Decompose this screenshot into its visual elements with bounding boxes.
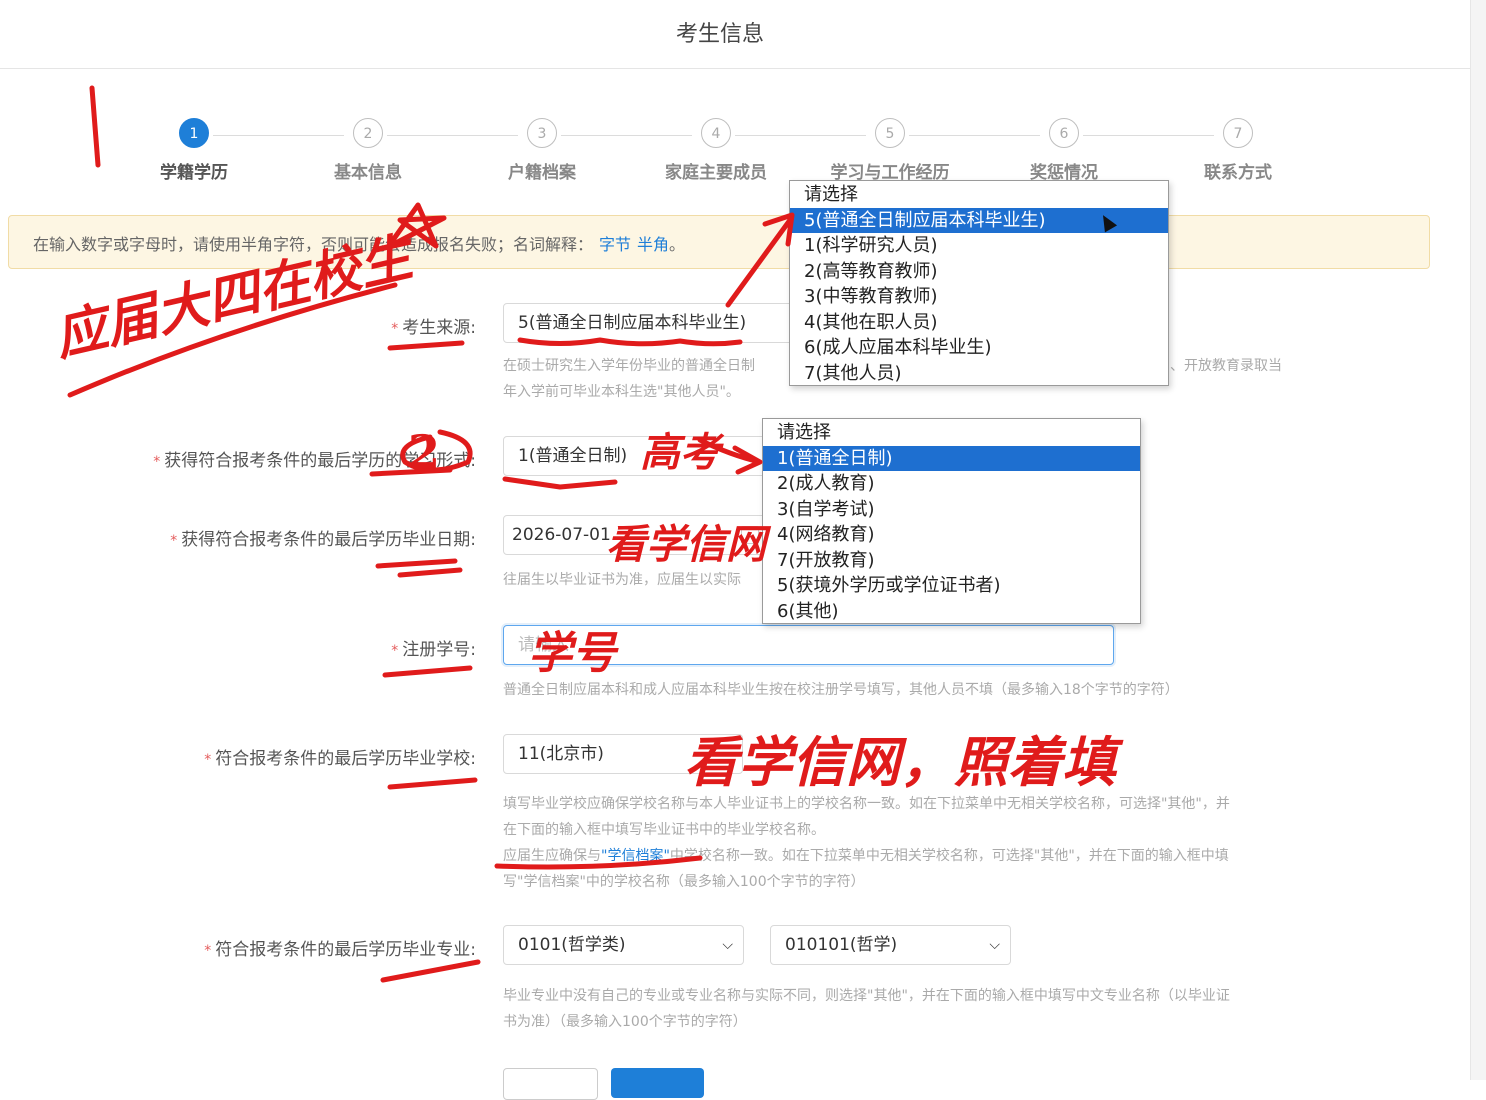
page-header: 考生信息 <box>0 0 1470 69</box>
dropdown-option[interactable]: 3(自学考试) <box>763 497 1140 523</box>
school-hint-post: 中学校名称一致。如在下拉菜单中无相关学校名称，可选择"其他"，并在下面的输入框中… <box>669 848 1229 864</box>
previous-button[interactable] <box>503 1068 598 1100</box>
school-hint-pre: 应届生应确保与 <box>503 848 601 864</box>
step-4[interactable]: 4 家庭主要成员 <box>636 118 796 183</box>
major-value: 010101(哲学) <box>785 935 898 955</box>
step-number: 5 <box>875 118 905 148</box>
link-halfwidth[interactable]: 半角 <box>637 235 669 254</box>
dropdown-option[interactable]: 2(高等教育教师) <box>790 259 1168 285</box>
step-label: 家庭主要成员 <box>665 163 767 183</box>
dropdown-option[interactable]: 7(其他人员) <box>790 361 1168 387</box>
ink-underline-reg-label <box>382 665 473 678</box>
step-2[interactable]: 2 基本信息 <box>288 118 448 183</box>
dropdown-option[interactable]: 5(获境外学历或学位证书者) <box>763 573 1140 599</box>
annotation-number-2: 2 <box>408 425 441 479</box>
dropdown-option[interactable]: 3(中等教育教师) <box>790 284 1168 310</box>
dropdown-option-selected[interactable]: 1(普通全日制) <box>763 445 1140 471</box>
annotation-check-chsi: 看学信网 <box>606 521 766 568</box>
source-select[interactable]: 5(普通全日制应届本科毕业生) <box>503 303 793 343</box>
step-number: 7 <box>1223 118 1253 148</box>
ink-underline-study-value <box>502 476 618 490</box>
major-hint-line: 书为准）（最多输入100个字节的字符） <box>503 1014 747 1030</box>
grad-date-hint: 往届生以毕业证书为准，应届生以实际 <box>503 572 741 588</box>
school-label-text: 符合报考条件的最后学历毕业学校: <box>215 749 476 769</box>
reg-no-label-text: 注册学号: <box>402 640 476 660</box>
dropdown-option[interactable]: 6(其他) <box>763 599 1140 625</box>
grad-date-label-text: 获得符合报考条件的最后学历毕业日期: <box>181 530 476 550</box>
study-form-value: 1(普通全日制) <box>518 446 628 466</box>
step-3[interactable]: 3 户籍档案 <box>462 118 622 183</box>
major-hint: 毕业专业中没有自己的专业或专业名称与实际不同，则选择"其他"，并在下面的输入框中… <box>503 983 1303 1035</box>
school-value: 11(北京市) <box>518 744 604 764</box>
source-label: * 考生来源: <box>391 313 476 338</box>
ink-underline-school-label <box>387 777 478 790</box>
required-mark: * <box>391 643 399 659</box>
annotation-fill-per-chsi: 看学信网，照着填 <box>684 730 1116 794</box>
major-category-value: 0101(哲学类) <box>518 935 626 955</box>
ink-underline-source-label <box>387 340 465 351</box>
dropdown-option[interactable]: 2(成人教育) <box>763 471 1140 497</box>
school-hint: 填写毕业学校应确保学校名称与本人毕业证书上的学校名称一致。如在下拉菜单中无相关学… <box>503 791 1303 895</box>
dropdown-option[interactable]: 请选择 <box>790 182 1168 208</box>
grad-date-label: * 获得符合报考条件的最后学历毕业日期: <box>170 525 476 550</box>
chevron-down-icon: ⌵ <box>989 937 1000 953</box>
study-form-select[interactable]: 1(普通全日制) <box>503 436 768 476</box>
reg-no-hint: 普通全日制应届本科和成人应届本科毕业生按在校注册学号填写，其他人员不填（最多输入… <box>503 682 1179 698</box>
school-hint-line: 应届生应确保与"学信档案"中学校名称一致。如在下拉菜单中无相关学校名称，可选择"… <box>503 843 1303 869</box>
dropdown-option[interactable]: 1(科学研究人员) <box>790 233 1168 259</box>
required-mark: * <box>391 321 399 337</box>
required-mark: * <box>170 533 178 549</box>
step-number: 3 <box>527 118 557 148</box>
chevron-down-icon: ⌵ <box>722 937 733 953</box>
dropdown-option[interactable]: 6(成人应届本科毕业生) <box>790 335 1168 361</box>
step-label: 户籍档案 <box>508 163 576 183</box>
step-number: 6 <box>1049 118 1079 148</box>
step-number: 2 <box>353 118 383 148</box>
step-label: 基本信息 <box>334 163 402 183</box>
required-mark: * <box>204 752 212 768</box>
major-hint-line: 毕业专业中没有自己的专业或专业名称与实际不同，则选择"其他"，并在下面的输入框中… <box>503 988 1230 1004</box>
ink-underline-date-label-1 <box>375 558 458 569</box>
notice-end: 。 <box>669 235 686 254</box>
grad-date-value: 2026-07-01 <box>512 525 611 545</box>
step-1[interactable]: 1 学籍学历 <box>114 118 274 183</box>
step-label: 联系方式 <box>1204 163 1272 183</box>
annotation-gaokao: 高考 <box>640 429 720 476</box>
window-scrollbar-track[interactable] <box>1470 0 1486 1080</box>
source-hint-tail: 、开放教育录取当 <box>1170 358 1282 374</box>
ink-underline-date-label-2 <box>397 567 463 578</box>
ink-stroke-one <box>89 85 101 168</box>
required-mark: * <box>204 943 212 959</box>
school-hint-line: 在下面的输入框中填写毕业证书中的毕业学校名称。 <box>503 822 825 838</box>
step-7[interactable]: 7 联系方式 <box>1158 118 1318 183</box>
xuexin-archive-link[interactable]: "学信档案" <box>601 848 670 864</box>
step-label: 学籍学历 <box>160 163 228 183</box>
major-select[interactable]: 010101(哲学) ⌵ <box>770 925 1011 965</box>
source-dropdown-list[interactable]: 请选择 5(普通全日制应届本科毕业生) 1(科学研究人员) 2(高等教育教师) … <box>789 180 1169 386</box>
dropdown-option[interactable]: 4(其他在职人员) <box>790 310 1168 336</box>
step-6[interactable]: 6 奖惩情况 <box>984 118 1144 183</box>
link-byte[interactable]: 字节 <box>599 235 631 254</box>
step-number: 1 <box>179 118 209 148</box>
step-indicator: 1 学籍学历 2 基本信息 3 户籍档案 4 家庭主要成员 5 学习与工作经历 … <box>110 118 1340 188</box>
source-value: 5(普通全日制应届本科毕业生) <box>518 313 747 333</box>
required-mark: * <box>153 454 161 470</box>
school-label: * 符合报考条件的最后学历毕业学校: <box>204 744 476 769</box>
annotation-student-id: 学号 <box>528 628 616 679</box>
next-button[interactable] <box>611 1068 704 1098</box>
page-title: 考生信息 <box>675 22 764 47</box>
dropdown-option[interactable]: 请选择 <box>763 420 1140 446</box>
school-hint-line: 写"学信档案"中的学校名称（最多输入100个字节的字符） <box>503 874 865 890</box>
source-label-text: 考生来源: <box>402 318 476 338</box>
step-5[interactable]: 5 学习与工作经历 <box>810 118 970 183</box>
major-category-select[interactable]: 0101(哲学类) ⌵ <box>503 925 744 965</box>
study-form-dropdown-list[interactable]: 请选择 1(普通全日制) 2(成人教育) 3(自学考试) 4(网络教育) 7(开… <box>762 418 1141 624</box>
dropdown-option[interactable]: 7(开放教育) <box>763 548 1140 574</box>
ink-underline-major-label <box>380 959 481 983</box>
reg-no-label: * 注册学号: <box>391 635 476 660</box>
major-label: * 符合报考条件的最后学历毕业专业: <box>204 935 476 960</box>
step-number: 4 <box>701 118 731 148</box>
major-label-text: 符合报考条件的最后学历毕业专业: <box>215 940 476 960</box>
dropdown-option[interactable]: 4(网络教育) <box>763 522 1140 548</box>
